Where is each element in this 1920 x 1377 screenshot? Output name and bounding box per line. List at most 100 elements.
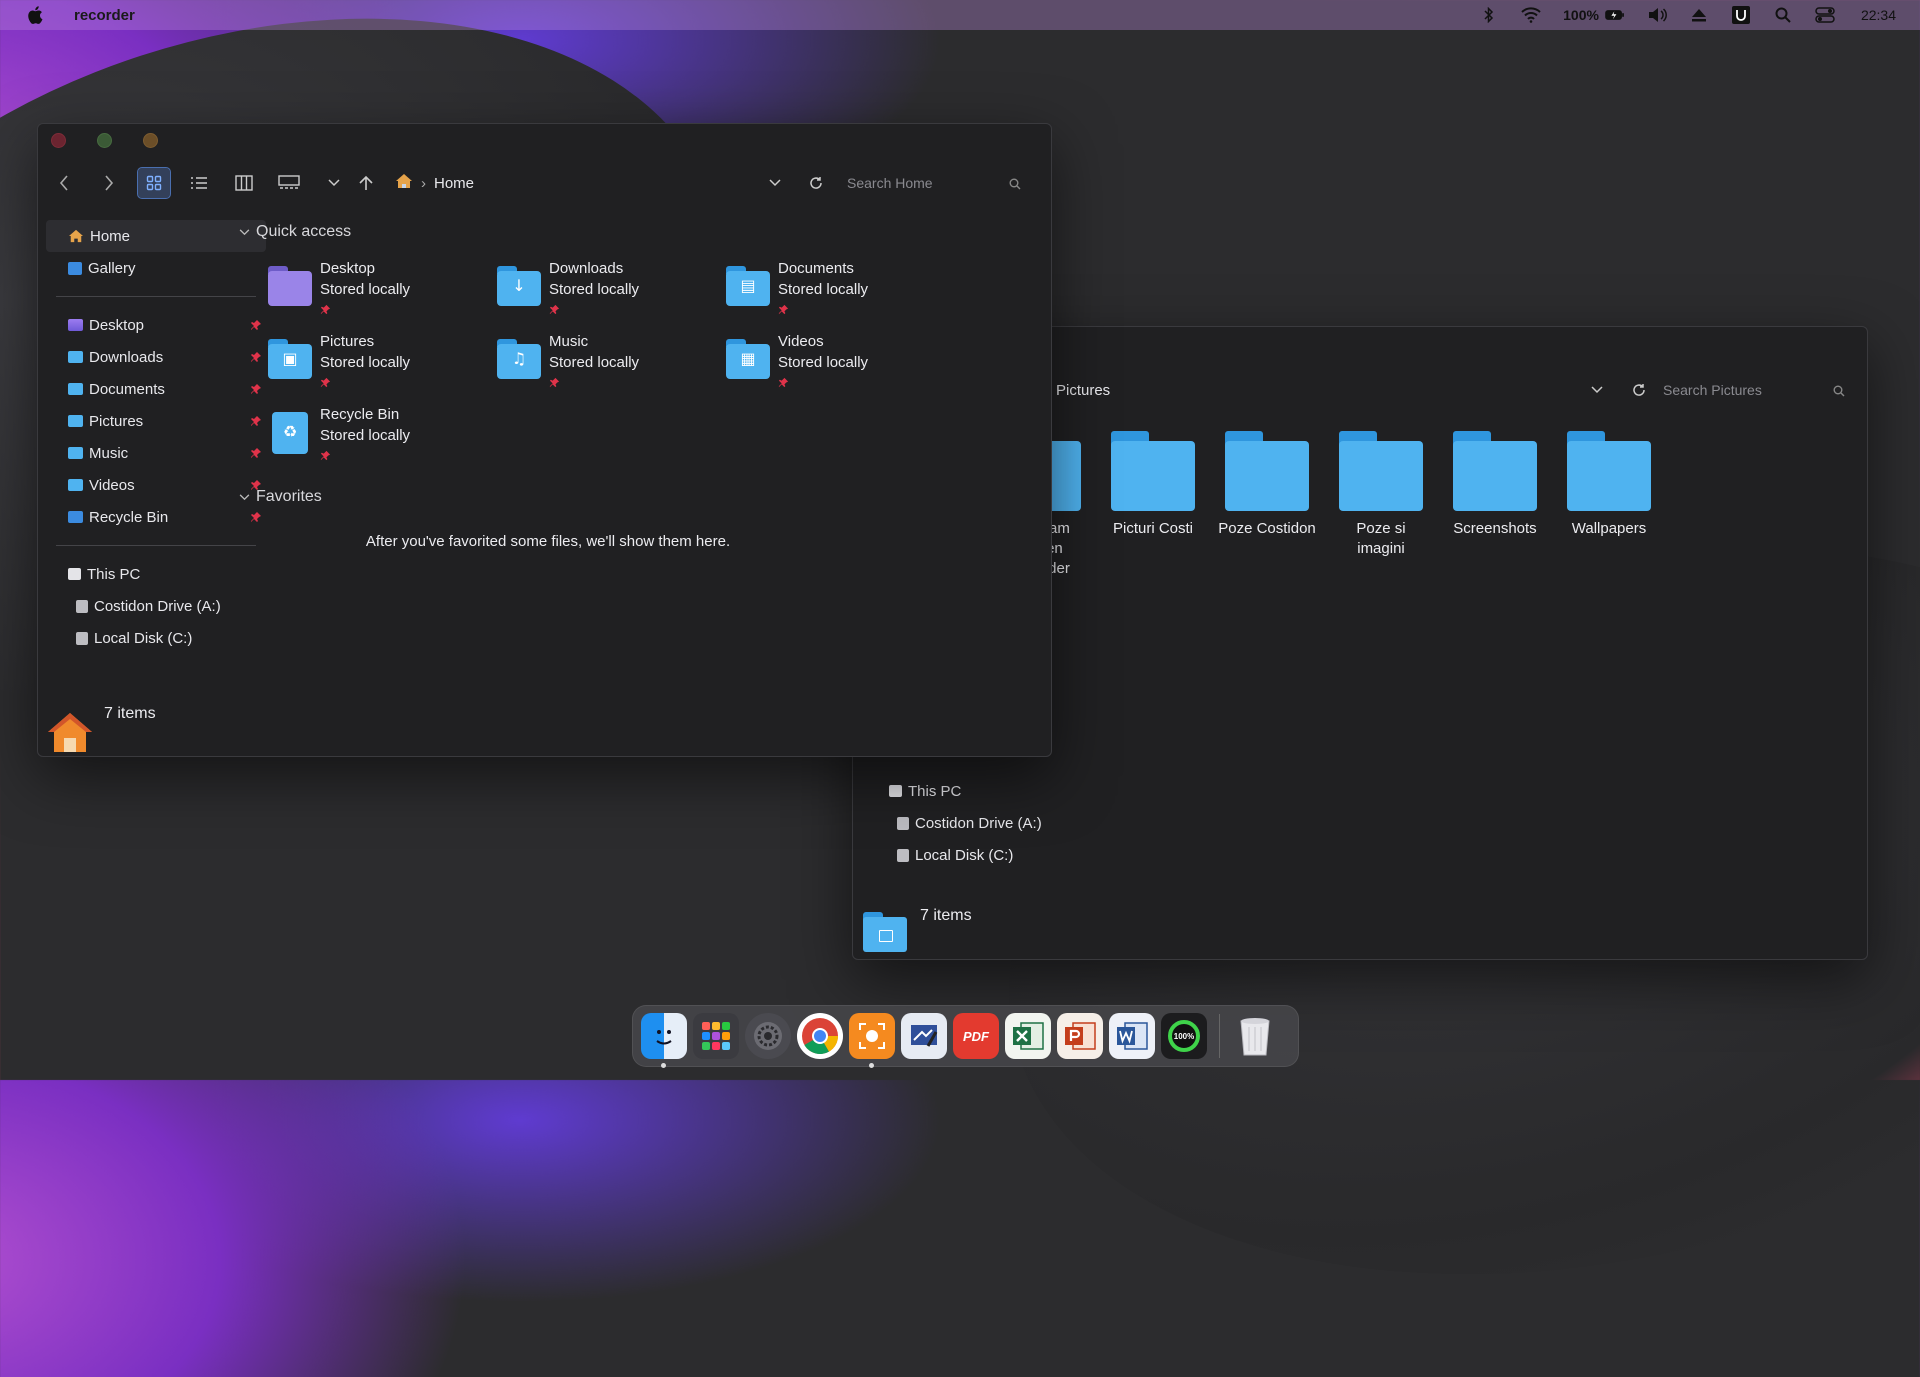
sidebar-item-label: This PC [908, 782, 962, 800]
search-icon[interactable] [1773, 6, 1793, 24]
forward-chevron-icon[interactable] [93, 168, 125, 198]
folder-icon: ♫ [497, 339, 541, 379]
finder-icon[interactable] [641, 1013, 687, 1068]
excel-icon[interactable] [1005, 1013, 1051, 1059]
user-u-icon[interactable] [1731, 6, 1751, 24]
list-view-icon[interactable] [183, 168, 215, 198]
wifi-icon[interactable] [1521, 6, 1541, 24]
quick-access-tile[interactable]: ♻ Recycle Bin Stored locally [268, 406, 488, 476]
folder-item[interactable]: Poze Costidon [1217, 431, 1317, 539]
chevron-down-icon [239, 223, 250, 241]
view-options-chevron-icon[interactable] [318, 168, 350, 198]
quick-access-tile[interactable]: ♫ Music Stored locally [497, 333, 717, 403]
breadcrumb-current[interactable]: Home [434, 175, 474, 192]
sidebar-item-pictures[interactable]: Pictures [46, 405, 266, 437]
sidebar-item-videos[interactable]: Videos [46, 469, 266, 501]
folder-icon [1339, 431, 1423, 511]
clock[interactable]: 22:34 [1861, 7, 1896, 23]
pdf-icon[interactable]: PDF [953, 1013, 999, 1059]
control-center-icon[interactable] [1815, 6, 1835, 24]
search-box[interactable]: Search Pictures [1663, 369, 1853, 411]
quick-access-tile[interactable]: Desktop Stored locally [268, 260, 488, 330]
folder-body [1453, 441, 1537, 511]
bluetooth-icon[interactable] [1479, 6, 1499, 24]
sidebar-item-local-disk[interactable]: Local Disk (C:) [46, 622, 266, 654]
favorites-header[interactable]: Favorites [239, 488, 322, 506]
sidebar-item-gallery[interactable]: Gallery [46, 252, 266, 284]
sidebar-item-local-disk[interactable]: Local Disk (C:) [853, 839, 1073, 871]
sidebar-item-costidon-drive[interactable]: Costidon Drive (A:) [853, 807, 1073, 839]
address-history-chevron-icon[interactable] [759, 168, 791, 198]
pin-icon[interactable] [250, 510, 262, 527]
quick-access-tile[interactable]: ↓ Downloads Stored locally [497, 260, 717, 330]
breadcrumb[interactable]: › Home [395, 173, 474, 193]
battery-monitor-icon[interactable]: 100% [1161, 1013, 1207, 1059]
sidebar-item-costidon-drive[interactable]: Costidon Drive (A:) [46, 590, 266, 622]
sidebar-item-desktop[interactable]: Desktop [46, 309, 266, 341]
search-input[interactable]: Search Home [847, 175, 933, 191]
launchpad-icon[interactable] [693, 1013, 739, 1059]
pin-icon[interactable] [250, 382, 262, 399]
quick-access-tile[interactable]: ▤ Documents Stored locally [726, 260, 946, 330]
close-button[interactable] [51, 133, 66, 148]
tile-title: Recycle Bin [320, 406, 400, 423]
this-pc-icon [889, 785, 902, 797]
sidebar-item-label: Home [90, 227, 131, 245]
pin-icon [778, 375, 789, 393]
powerpoint-icon[interactable] [1057, 1013, 1103, 1059]
active-app-name[interactable]: recorder [74, 7, 135, 24]
chrome-icon[interactable] [797, 1013, 843, 1059]
this-pc-icon [68, 568, 81, 580]
volume-icon[interactable] [1647, 6, 1667, 24]
sidebar-item-this-pc[interactable]: This PC [46, 558, 266, 590]
search-icon[interactable] [1009, 177, 1021, 193]
back-chevron-icon[interactable] [48, 168, 80, 198]
quick-access-tile[interactable]: ▣ Pictures Stored locally [268, 333, 488, 403]
sidebar-item-this-pc[interactable]: This PC [853, 775, 1073, 807]
sidebar-item-home[interactable]: Home [46, 220, 266, 252]
system-settings-icon[interactable] [745, 1013, 791, 1059]
screenshot-editor-icon[interactable] [901, 1013, 947, 1059]
sidebar-item-label: Desktop [89, 316, 145, 334]
pin-icon[interactable] [250, 446, 262, 463]
folder-glyph-icon: ♻ [282, 422, 298, 441]
pin-icon[interactable] [250, 318, 262, 335]
quick-access-header[interactable]: Quick access [239, 223, 351, 241]
eject-icon[interactable] [1689, 6, 1709, 24]
refresh-icon[interactable] [1623, 375, 1655, 405]
icon-view-icon[interactable] [137, 167, 171, 199]
battery-icon[interactable] [1605, 6, 1625, 24]
quick-access-tile[interactable]: ▦ Videos Stored locally [726, 333, 946, 403]
menu-bar: recorder 100% 22:34 [0, 0, 1920, 30]
column-view-icon[interactable] [228, 168, 260, 198]
folder-item[interactable]: Wallpapers [1559, 431, 1659, 539]
recorder-icon[interactable] [849, 1013, 895, 1068]
search-box[interactable]: Search Home [847, 162, 1037, 204]
folder-item[interactable]: Picturi Costi [1103, 431, 1203, 539]
sidebar-item-music[interactable]: Music [46, 437, 266, 469]
refresh-icon[interactable] [800, 168, 832, 198]
breadcrumb-current[interactable]: Pictures [1056, 382, 1110, 399]
search-input[interactable]: Search Pictures [1663, 382, 1762, 398]
folder-label: Poze si imagini [1356, 520, 1406, 557]
gallery-view-icon[interactable] [273, 168, 305, 198]
apple-icon[interactable] [26, 5, 46, 25]
trash-icon[interactable] [1232, 1013, 1278, 1059]
drive-icon [897, 848, 909, 862]
sidebar-item-documents[interactable]: Documents [46, 373, 266, 405]
folder-icon: ▦ [726, 339, 770, 379]
folder-glyph-icon: ↓ [512, 276, 526, 295]
folder-item[interactable]: Poze si imagini [1331, 431, 1431, 559]
pin-icon[interactable] [250, 350, 262, 367]
search-icon[interactable] [1833, 384, 1845, 400]
zoom-button[interactable] [143, 133, 158, 148]
folder-item[interactable]: Screenshots [1445, 431, 1545, 539]
up-arrow-icon[interactable] [350, 168, 382, 198]
sidebar-item-recycle-bin[interactable]: Recycle Bin [46, 501, 266, 533]
tile-title: Desktop [320, 260, 376, 277]
address-history-chevron-icon[interactable] [1581, 375, 1613, 405]
word-icon[interactable] [1109, 1013, 1155, 1059]
pin-icon[interactable] [250, 414, 262, 431]
minimize-button[interactable] [97, 133, 112, 148]
sidebar-item-downloads[interactable]: Downloads [46, 341, 266, 373]
